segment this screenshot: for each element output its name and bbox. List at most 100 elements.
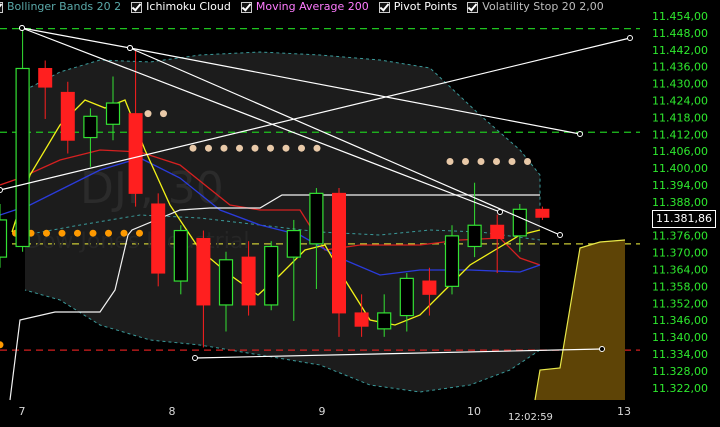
candle-body-down <box>60 91 75 141</box>
pivot-dot <box>220 144 228 152</box>
pivot-dot <box>58 229 66 237</box>
checkbox-icon[interactable] <box>378 1 390 13</box>
price-tick-label: 11.406,00 <box>652 145 708 158</box>
pivot-dot <box>493 157 500 165</box>
price-tick-label: 11.454,00 <box>652 10 708 23</box>
trend-handle <box>127 45 133 51</box>
pivot-dot <box>160 110 167 118</box>
candle-body-down <box>151 203 166 274</box>
checkbox-icon[interactable] <box>467 1 479 13</box>
candle-body-down <box>38 67 53 88</box>
pivot-dot <box>120 229 128 237</box>
trend-handle <box>599 346 605 352</box>
trend-handle <box>627 35 633 41</box>
candle-body-up <box>286 229 301 258</box>
candle-body-up <box>83 115 98 139</box>
pivot-dot <box>144 110 152 118</box>
legend-item[interactable]: Bollinger Bands 20 2 <box>0 0 121 14</box>
price-tick-label: 11.346,00 <box>652 314 708 327</box>
date-tick-label: 7 <box>19 405 26 418</box>
pivot-dot <box>524 157 531 165</box>
trend-handle <box>497 209 503 215</box>
trend-handle <box>19 25 25 31</box>
price-tick-label: 11.430,00 <box>652 78 708 91</box>
candle-body-down <box>128 113 143 194</box>
candle-body-down <box>535 208 550 218</box>
pivot-dot <box>89 229 97 237</box>
price-tick-label: 11.436,00 <box>652 61 708 74</box>
pivot-dot <box>313 144 321 152</box>
price-tick-label: 11.442,00 <box>652 44 708 57</box>
legend-item[interactable]: Pivot Points <box>378 0 457 14</box>
price-tick-label: 11.418,00 <box>652 111 708 124</box>
price-tick-label: 11.334,00 <box>652 348 708 361</box>
pivot-dot <box>189 144 197 152</box>
pivot-dot <box>446 157 454 165</box>
price-tick-label: 11.352,00 <box>652 297 708 310</box>
price-tick-label: 11.376,00 <box>652 230 708 243</box>
candle-body-down <box>196 238 211 306</box>
pivot-dot <box>251 144 259 152</box>
date-tick-label: 8 <box>169 405 176 418</box>
crosshair-time-label: 12:02:59 <box>508 412 553 423</box>
candle-body-down <box>354 312 369 327</box>
pivot-dot <box>43 229 50 237</box>
pivot-dot <box>477 157 485 165</box>
candle-body-up <box>309 192 324 245</box>
legend-label: Bollinger Bands 20 2 <box>7 0 122 13</box>
price-tick-label: 11.400,00 <box>652 162 708 175</box>
price-chart[interactable]: DJI, 30 Dow Jones Industrial 11.454,0011… <box>0 0 720 427</box>
date-tick-label: 10 <box>467 405 481 418</box>
candle-body-down <box>422 280 437 295</box>
pivot-dot <box>136 229 143 237</box>
date-tick-label: 9 <box>319 405 326 418</box>
pivot-dot <box>298 144 305 152</box>
pivot-dot <box>105 229 112 237</box>
candle-body-down <box>490 224 505 240</box>
pivot-dot <box>462 157 469 165</box>
price-tick-label: 11.340,00 <box>652 331 708 344</box>
price-tick-label: 11.448,00 <box>652 27 708 40</box>
price-tick-label: 11.328,00 <box>652 365 708 378</box>
ichimoku-cloud <box>534 239 626 401</box>
pivot-dot <box>236 144 243 152</box>
pivot-dot <box>205 144 212 152</box>
trend-handle <box>557 232 563 238</box>
candle-body-up <box>399 277 414 317</box>
pivot-dot <box>74 229 81 237</box>
price-tick-label: 11.424,00 <box>652 95 708 108</box>
legend-item[interactable]: Moving Average 200 <box>240 0 369 14</box>
price-tick-label: 11.358,00 <box>652 280 708 293</box>
band-fill <box>25 52 540 392</box>
candle-body-up <box>105 102 121 125</box>
trend-handle <box>577 131 583 137</box>
legend-label: Ichimoku Cloud <box>146 0 231 13</box>
legend-label: Moving Average 200 <box>255 0 369 13</box>
price-tick-label: 11.364,00 <box>652 264 708 277</box>
indicator-legend: Bollinger Bands 20 2 Ichimoku Cloud Moving… <box>0 0 614 14</box>
checkbox-icon[interactable] <box>0 1 3 13</box>
checkbox-icon[interactable] <box>131 1 143 13</box>
bollinger-bands <box>24 51 541 393</box>
cloud-fill <box>535 240 625 400</box>
legend-item[interactable]: Volatility Stop 20 2,00 <box>467 0 604 14</box>
pivot-dot <box>267 144 274 152</box>
price-tick-label: 11.322,00 <box>652 382 708 395</box>
date-tick-label: 13 <box>617 405 631 418</box>
price-tick-label: 11.388,00 <box>652 196 708 209</box>
candle-body-up <box>173 229 188 282</box>
candle-body-up <box>0 219 8 258</box>
candle-body-up <box>264 245 279 306</box>
current-price-label: 11.381,86 <box>652 210 716 228</box>
trend-handle <box>192 355 198 361</box>
candle-body-up <box>512 208 527 237</box>
price-tick-label: 11.370,00 <box>652 247 708 260</box>
legend-item[interactable]: Ichimoku Cloud <box>131 0 231 14</box>
price-tick-label: 11.394,00 <box>652 179 708 192</box>
candle-body-up <box>467 224 482 248</box>
pivot-dot <box>282 144 290 152</box>
pivot-dot <box>508 157 516 165</box>
checkbox-icon[interactable] <box>240 1 252 13</box>
candle-body-up <box>218 259 234 306</box>
candle-body-up <box>377 312 392 330</box>
